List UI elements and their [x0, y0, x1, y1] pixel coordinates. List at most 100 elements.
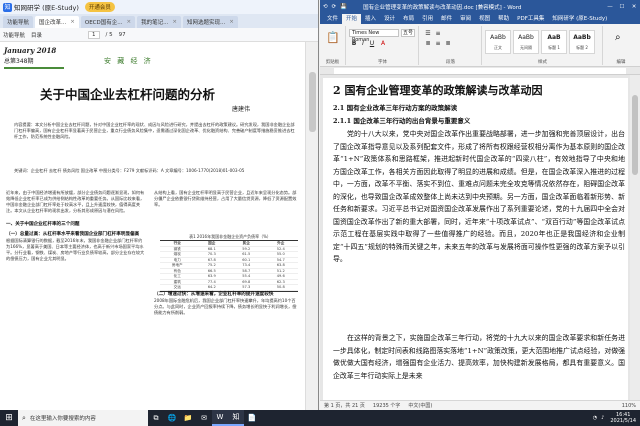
ribbon-tab[interactable]: 开始: [342, 14, 362, 24]
task-view-icon[interactable]: ⧉: [148, 410, 164, 426]
ribbon-tab[interactable]: 布局: [399, 14, 418, 24]
style-no-spacing[interactable]: AaBb 无间隔: [513, 30, 539, 54]
ribbon-tabs: 文件 开始 插入 设计 布局 引用 邮件 审阅 视图 帮助 PDF工具集 知网研学 (原E-Study…: [320, 13, 640, 24]
document-app-icon[interactable]: 📄: [244, 410, 260, 426]
ribbon-tab[interactable]: 知网研学 (原E-Study): [548, 14, 611, 24]
language[interactable]: 中文(中国): [408, 402, 432, 409]
style-normal[interactable]: AaBb 正文: [485, 30, 511, 54]
word-count[interactable]: 19235 个字: [373, 402, 401, 409]
word-scrollbar[interactable]: [630, 75, 640, 400]
find-icon[interactable]: ⌕: [615, 32, 621, 43]
ruler-track: [334, 68, 626, 74]
table-cell: 68.1: [207, 246, 216, 251]
scroll-thumb[interactable]: [632, 95, 638, 175]
ribbon-tab[interactable]: 引用: [418, 14, 437, 24]
zoom-level[interactable]: 110%: [622, 403, 636, 409]
paragraph: 在这样的背景之下，实施国企改革三年行动，将党的十九大以来的国企改革要求和新任务进…: [333, 334, 625, 380]
windows-start-icon[interactable]: ⊞: [0, 410, 18, 426]
close-icon[interactable]: ×: [127, 19, 132, 25]
body-text: 从结构上看，国有企业杠杆率明显高于民营企业，且近年来呈现分化态势。部分僵尸企业依…: [154, 190, 297, 207]
underline-button[interactable]: U: [368, 40, 376, 48]
align-center-icon[interactable]: ≡: [434, 40, 442, 48]
ribbon-tab[interactable]: 邮件: [437, 14, 456, 24]
pdf-tab[interactable]: 功能导航: [3, 16, 34, 28]
word-app-icon[interactable]: W: [212, 410, 228, 426]
browser-icon[interactable]: 🌐: [164, 410, 180, 426]
font-size-select[interactable]: 五号: [401, 29, 415, 37]
scroll-thumb[interactable]: [309, 72, 316, 132]
table-cell: 63.8: [276, 263, 285, 267]
ribbon-tab[interactable]: 插入: [361, 14, 380, 24]
align-left-icon[interactable]: ≣: [424, 40, 432, 48]
close-icon[interactable]: ×: [70, 19, 75, 25]
document-page[interactable]: 2 国有企业管理变革的政策解读与改革动因 2.1 国有企业改革三年行动方案的政策…: [323, 78, 628, 400]
clock[interactable]: 16:41 2021/5/14: [610, 412, 636, 424]
ribbon-tab[interactable]: 视图: [475, 14, 494, 24]
bullets-icon[interactable]: ☰: [424, 30, 432, 38]
pdf-tab[interactable]: 知网选题实现... ×: [182, 16, 238, 28]
group-label: 编辑: [616, 60, 626, 65]
vip-button[interactable]: 开通会员: [84, 2, 115, 12]
table-cell: 55.0: [276, 252, 285, 256]
group-label: 字体: [378, 60, 387, 65]
close-button[interactable]: ✕: [628, 4, 640, 10]
heading-3: 2.1.1 国企改革三年行动的出台背景与重要意义: [333, 117, 471, 125]
ribbon-tab[interactable]: 设计: [380, 14, 399, 24]
paste-icon[interactable]: 📋: [326, 31, 340, 44]
taskbar-search[interactable]: ⌕ 在这里输入你要搜索的内容: [18, 410, 148, 426]
ribbon-tab[interactable]: 帮助: [494, 14, 513, 24]
font-name-select[interactable]: Times New Roman: [349, 29, 399, 43]
ribbon-tab[interactable]: PDF工具集: [513, 14, 548, 24]
clock-date: 2021/5/14: [610, 418, 636, 424]
nav-button[interactable]: 功能导航: [3, 31, 25, 39]
pdf-app-title: 知网研学 (原E-Study): [14, 4, 79, 12]
align-right-icon[interactable]: ≣: [444, 40, 452, 48]
page-number-input[interactable]: 1: [88, 30, 100, 39]
ribbon-tab[interactable]: 文件: [323, 14, 342, 24]
table-cell: 52.4: [276, 246, 285, 251]
save-icon[interactable]: 💾: [340, 4, 347, 10]
maximize-button[interactable]: ☐: [616, 4, 628, 10]
style-heading1[interactable]: AaB 标题 1: [541, 30, 567, 54]
table-cell: 电力: [173, 257, 181, 262]
pdf-tab[interactable]: OECD国有企... ×: [80, 16, 136, 28]
style-heading2[interactable]: AaBb 标题 2: [569, 30, 595, 54]
ribbon-tab[interactable]: 审阅: [456, 14, 475, 24]
table-cell: 国企: [208, 241, 216, 245]
pdf-scrollbar[interactable]: [305, 42, 318, 410]
table-cell: 51.2: [276, 268, 285, 273]
body-text: 2008年国际金融危机后，我国企业部门杠杆率快速攀升，年均提高约10个百分点。与…: [154, 298, 297, 315]
bold-button[interactable]: B: [350, 40, 358, 48]
close-icon[interactable]: ×: [229, 19, 234, 25]
mail-icon[interactable]: ✉: [196, 410, 212, 426]
page-count[interactable]: 第 1 页，共 21 页: [324, 402, 365, 409]
paragraph-group: ☰ ≡ ≣ ≡ ≣ 段落: [420, 26, 482, 65]
word-titlebar: ⟲ ⟳ 💾 国有企业管理变革的政策解读与改革动因.doc [兼容模式] - Wo…: [320, 0, 640, 13]
pdf-tab-label: 国企改革...: [39, 20, 67, 26]
clipboard-group: 📋 剪贴板: [320, 26, 346, 65]
pdf-tab[interactable]: 我的笔记... ×: [137, 16, 181, 28]
network-icon[interactable]: ◔: [593, 415, 597, 421]
table-cell: 有色: [173, 268, 181, 273]
cnki-app-icon[interactable]: 知: [228, 410, 244, 426]
table-cell: 化工: [173, 274, 181, 278]
volume-icon[interactable]: ♪: [601, 415, 604, 421]
table-cell: 75.2: [207, 263, 216, 267]
table-cell: 55.4: [242, 274, 251, 278]
file-explorer-icon[interactable]: 📁: [180, 410, 196, 426]
toc-button[interactable]: 目录: [31, 31, 42, 39]
column-left: 近年来，由于中国经济增速有所放缓，部分企业债务问题逐渐显现，如何有效降低企业杠杆…: [6, 190, 146, 262]
redo-icon[interactable]: ⟳: [332, 4, 337, 10]
pdf-tab[interactable]: 国企改革... ×: [35, 16, 79, 28]
pdf-tab-label: 功能导航: [7, 20, 30, 26]
minimize-button[interactable]: —: [604, 4, 616, 10]
italic-button[interactable]: I: [359, 40, 367, 48]
undo-icon[interactable]: ⟲: [323, 4, 328, 10]
numbering-icon[interactable]: ≡: [434, 30, 442, 38]
zoom-level[interactable]: 97: [119, 32, 126, 38]
close-icon[interactable]: ×: [172, 19, 177, 25]
ruler[interactable]: [320, 67, 640, 75]
paper-title: 关于中国企业去杠杆问题的分析: [40, 87, 216, 102]
table-cell: 77.4: [207, 279, 216, 284]
font-color-button[interactable]: A: [379, 40, 387, 48]
